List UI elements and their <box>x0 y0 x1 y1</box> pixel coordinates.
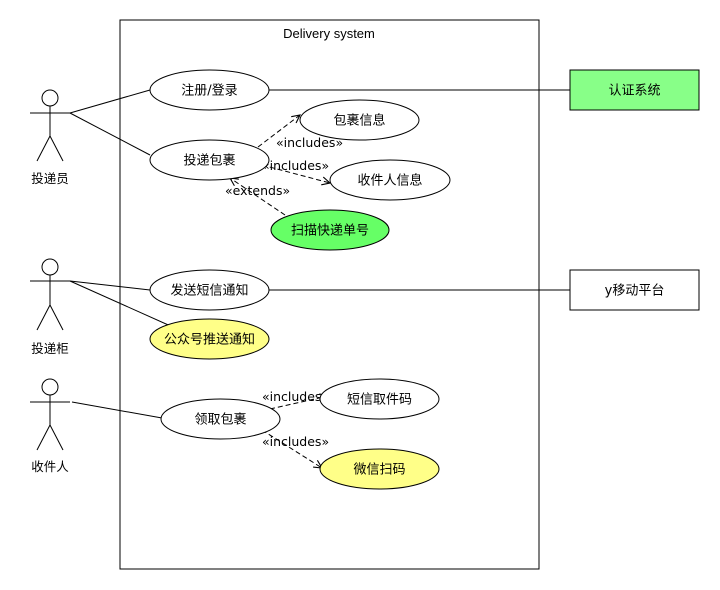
includes-label-2: «includes» <box>262 158 329 173</box>
usecase-sms-notify-label: 发送短信通知 <box>170 283 248 299</box>
assoc-courier-register <box>69 89 151 114</box>
actor-head <box>41 258 59 276</box>
actor-label-recipient: 收件人 <box>31 459 69 474</box>
actor-label-locker: 投递柜 <box>31 341 69 356</box>
actor-locker <box>30 258 70 331</box>
assoc-recipient-pickup <box>71 401 163 419</box>
external-mobile-label: y移动平台 <box>605 284 665 299</box>
usecase-package-info-label: 包裹信息 <box>333 113 385 129</box>
system-title: Delivery system <box>283 26 375 41</box>
actor-right-leg <box>49 304 64 331</box>
usecase-wechat-scan[interactable]: 微信扫码 <box>319 448 440 490</box>
includes-label-3: «includes» <box>262 389 329 404</box>
actor-left-leg <box>36 304 51 331</box>
usecase-sms-notify[interactable]: 发送短信通知 <box>149 269 270 311</box>
usecase-deliver[interactable]: 投递包裹 <box>149 139 270 181</box>
external-auth-system[interactable]: 认证系统 <box>569 69 700 111</box>
assoc-locker-sms <box>69 280 151 291</box>
usecase-wechat-push[interactable]: 公众号推送通知 <box>149 318 270 360</box>
usecase-wechat-scan-label: 微信扫码 <box>353 463 405 478</box>
extends-label: «extends» <box>225 183 290 198</box>
actor-recipient <box>30 378 70 451</box>
actor-label-courier: 投递员 <box>31 171 69 186</box>
includes-label-4: «includes» <box>262 434 329 449</box>
usecase-register[interactable]: 注册/登录 <box>149 69 270 111</box>
actor-head <box>41 89 59 107</box>
actor-right-leg <box>49 135 64 162</box>
actor-left-leg <box>36 135 51 162</box>
usecase-pickup-label: 领取包裹 <box>194 413 246 428</box>
actor-left-leg <box>36 424 51 451</box>
actor-right-leg <box>49 424 64 451</box>
usecase-register-label: 注册/登录 <box>181 84 237 99</box>
usecase-recipient-info-label: 收件人信息 <box>357 173 422 189</box>
external-mobile-platform[interactable]: y移动平台 <box>569 269 700 311</box>
assoc-courier-deliver <box>69 112 151 156</box>
usecase-recipient-info[interactable]: 收件人信息 <box>329 159 451 201</box>
usecase-scan-label: 扫描快递单号 <box>291 224 369 239</box>
usecase-sms-code[interactable]: 短信取件码 <box>319 378 440 420</box>
usecase-scan[interactable]: 扫描快递单号 <box>270 209 390 251</box>
external-auth-label: 认证系统 <box>608 84 660 99</box>
actor-courier <box>30 89 70 162</box>
usecase-deliver-label: 投递包裹 <box>183 153 235 169</box>
use-case-diagram: Delivery system «includes» «includes» «e… <box>30 19 700 570</box>
usecase-pickup[interactable]: 领取包裹 <box>160 398 281 440</box>
usecase-package-info[interactable]: 包裹信息 <box>299 99 420 141</box>
actor-head <box>41 378 59 396</box>
usecase-wechat-push-label: 公众号推送通知 <box>164 332 255 348</box>
usecase-sms-code-label: 短信取件码 <box>347 393 412 408</box>
